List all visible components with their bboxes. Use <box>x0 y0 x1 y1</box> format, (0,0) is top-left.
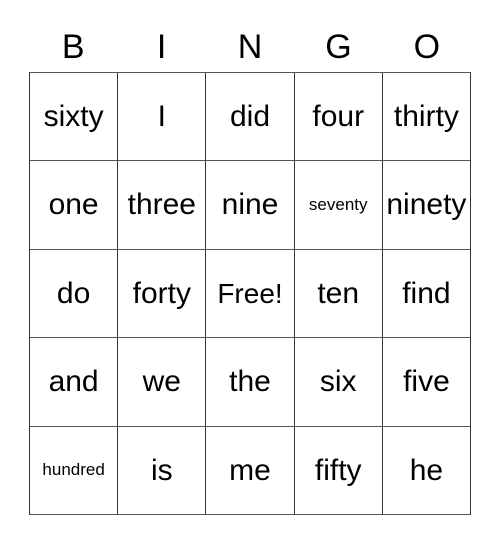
bingo-header-letter-o: O <box>413 28 441 66</box>
bingo-cell-o1[interactable]: thirty <box>382 73 472 162</box>
bingo-card: B I N G O sixty I did four thirty one th… <box>29 22 472 515</box>
bingo-cell-label: forty <box>132 276 191 310</box>
bingo-cell-label: six <box>319 365 357 399</box>
bingo-cell-label: I <box>157 99 166 133</box>
bingo-cell-label: hundred <box>42 460 105 480</box>
bingo-cell-label: we <box>142 365 181 399</box>
bingo-cell-o2[interactable]: ninety <box>382 161 472 250</box>
bingo-row-1: sixty I did four thirty <box>30 73 472 162</box>
bingo-cell-label: is <box>150 453 173 487</box>
bingo-header-letter-i: I <box>156 28 167 66</box>
bingo-cell-n5[interactable]: me <box>206 426 295 515</box>
bingo-cell-g2[interactable]: seventy <box>294 161 383 250</box>
bingo-cell-g4[interactable]: six <box>294 338 383 427</box>
bingo-cell-i4[interactable]: we <box>118 338 207 427</box>
bingo-row-3: do forty Free! ten find <box>30 249 472 339</box>
bingo-cell-b3[interactable]: do <box>30 249 119 339</box>
bingo-cell-label: find <box>402 276 451 310</box>
bingo-cell-n1[interactable]: did <box>206 73 295 162</box>
bingo-row-5: hundred is me fifty he <box>30 426 472 515</box>
bingo-cell-label: five <box>403 365 450 399</box>
bingo-cell-label: ten <box>317 276 360 310</box>
bingo-cell-n2[interactable]: nine <box>206 161 295 250</box>
bingo-free-space-label: Free! <box>217 277 283 309</box>
bingo-cell-i2[interactable]: three <box>118 161 207 250</box>
bingo-cell-free-space[interactable]: Free! <box>206 249 295 339</box>
bingo-cell-i5[interactable]: is <box>118 426 207 515</box>
bingo-cell-label: he <box>409 453 444 487</box>
bingo-cell-label: sixty <box>43 99 104 133</box>
bingo-header-letter-b: B <box>61 28 85 66</box>
bingo-cell-n4[interactable]: the <box>206 338 295 427</box>
bingo-cell-label: nine <box>221 188 279 222</box>
bingo-cell-label: me <box>229 453 271 487</box>
bingo-cell-label: and <box>48 365 99 399</box>
bingo-cell-g1[interactable]: four <box>294 73 383 162</box>
bingo-row-4: and we the six five <box>30 338 472 427</box>
bingo-cell-o4[interactable]: five <box>382 338 472 427</box>
bingo-cell-b5[interactable]: hundred <box>30 426 119 515</box>
bingo-grid: sixty I did four thirty one three nine s… <box>29 72 472 515</box>
bingo-cell-label: thirty <box>393 99 459 133</box>
bingo-cell-label: ninety <box>386 188 467 222</box>
bingo-header-row: B I N G O <box>29 22 471 72</box>
bingo-cell-i3[interactable]: forty <box>118 249 207 339</box>
bingo-cell-b1[interactable]: sixty <box>30 73 119 162</box>
bingo-cell-label: did <box>229 99 271 133</box>
bingo-cell-o5[interactable]: he <box>382 426 472 515</box>
bingo-header-letter-n: N <box>237 28 263 66</box>
bingo-cell-label: do <box>56 276 91 310</box>
bingo-cell-label: four <box>312 99 365 133</box>
bingo-row-2: one three nine seventy ninety <box>30 161 472 250</box>
bingo-cell-label: seventy <box>308 195 368 215</box>
bingo-cell-b4[interactable]: and <box>30 338 119 427</box>
bingo-cell-i1[interactable]: I <box>118 73 207 162</box>
bingo-cell-label: three <box>127 188 196 222</box>
bingo-cell-b2[interactable]: one <box>30 161 119 250</box>
bingo-cell-label: the <box>229 365 271 399</box>
bingo-header-letter-g: G <box>325 28 352 66</box>
bingo-cell-label: fifty <box>314 453 362 487</box>
bingo-cell-label: one <box>48 188 99 222</box>
bingo-cell-g3[interactable]: ten <box>294 249 383 339</box>
bingo-cell-o3[interactable]: find <box>382 249 472 339</box>
bingo-cell-g5[interactable]: fifty <box>294 426 383 515</box>
